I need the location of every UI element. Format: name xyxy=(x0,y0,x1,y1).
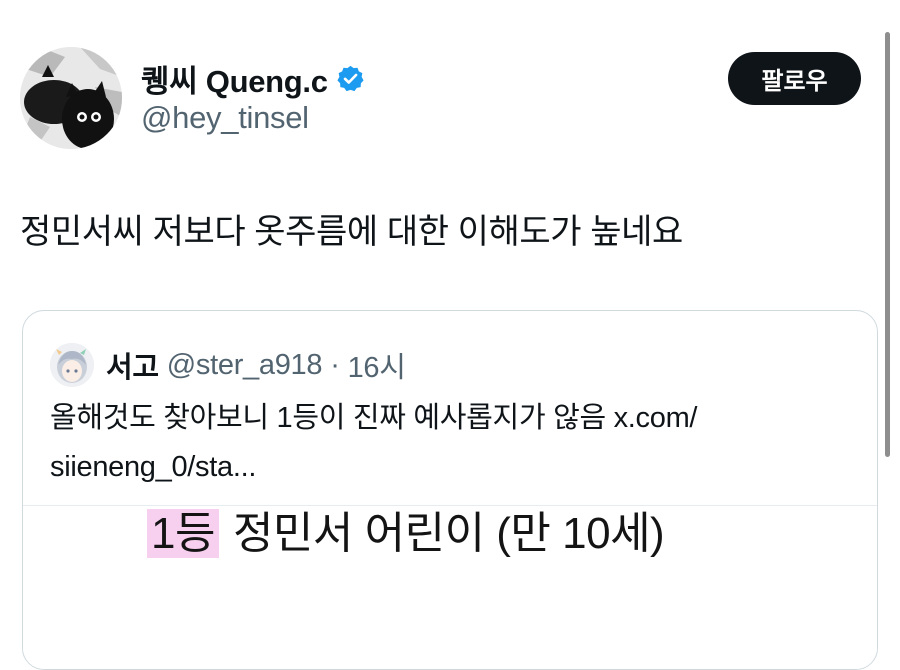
separator-dot: · xyxy=(330,348,340,381)
follow-button[interactable]: 팔로우 xyxy=(728,52,861,105)
quote-author-name[interactable]: 서고 xyxy=(106,344,159,386)
winner-caption: 정민서 어린이 (만 10세) xyxy=(232,509,665,558)
cat-illustration-icon xyxy=(20,47,122,149)
scrollbar[interactable] xyxy=(885,32,890,457)
anime-character-icon xyxy=(50,343,94,387)
quoted-tweet-media[interactable]: 1등 정민서 어린이 (만 10세) xyxy=(23,505,877,669)
rank-label: 1등 xyxy=(147,509,219,558)
verified-badge-icon xyxy=(336,64,365,93)
author-name-row[interactable]: 퀭씨 Queng.c xyxy=(141,56,365,100)
tweet-text: 정민서씨 저보다 옷주름에 대한 이해도가 높네요 xyxy=(20,213,683,251)
author-handle[interactable]: @hey_tinsel xyxy=(141,100,309,136)
quoted-tweet-text: 올해것도 찾아보니 1등이 진짜 예사롭지가 않음 x.com/ siienen… xyxy=(50,394,850,492)
quote-author-handle[interactable]: @ster_a918 xyxy=(167,349,323,382)
quoted-tweet-header: 서고 @ster_a918 · 16시 xyxy=(50,343,406,387)
quote-author-avatar[interactable] xyxy=(50,343,94,387)
author-name[interactable]: 퀭씨 Queng.c xyxy=(141,56,328,101)
author-avatar[interactable] xyxy=(20,47,122,149)
quote-text-line-1: 올해것도 찾아보니 1등이 진짜 예사롭지가 않음 x.com/ xyxy=(50,402,698,434)
media-caption: 1등 정민서 어린이 (만 10세) xyxy=(147,509,665,558)
quote-text-line-2[interactable]: siieneng_0/sta... xyxy=(50,443,850,492)
quote-timestamp[interactable]: 16시 xyxy=(348,344,406,386)
quoted-tweet-card[interactable]: 서고 @ster_a918 · 16시 올해것도 찾아보니 1등이 진짜 예사롭… xyxy=(22,310,878,670)
